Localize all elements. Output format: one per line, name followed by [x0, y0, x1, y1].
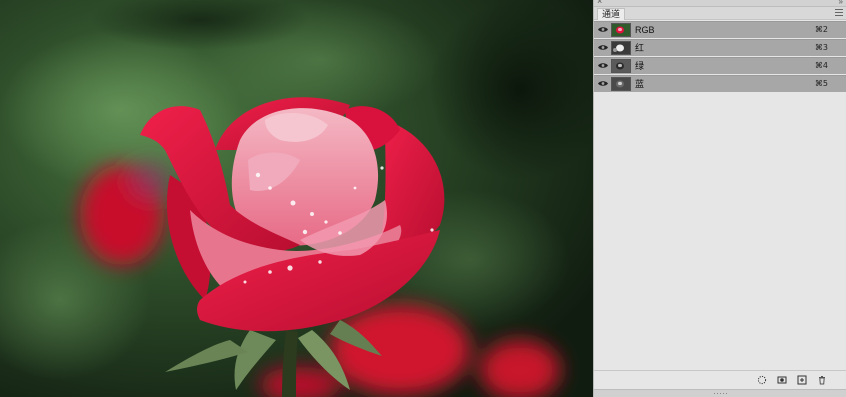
save-selection-icon[interactable]	[777, 375, 787, 385]
visibility-eye-icon[interactable]	[598, 62, 608, 69]
channel-row-red[interactable]: 红 ⌘3	[594, 39, 846, 56]
channel-thumbnail-green	[611, 59, 631, 73]
channel-thumbnail-red	[611, 41, 631, 55]
panel-tab-bar: 通道	[594, 7, 846, 20]
channel-name: 绿	[635, 61, 645, 71]
delete-channel-icon[interactable]	[817, 375, 827, 385]
channel-name: 蓝	[635, 79, 645, 89]
visibility-eye-icon[interactable]	[598, 80, 608, 87]
panel-resize-bar[interactable]	[594, 389, 846, 397]
channel-name: RGB	[635, 25, 655, 35]
channel-name: 红	[635, 43, 645, 53]
load-selection-icon[interactable]	[757, 375, 767, 385]
visibility-eye-icon[interactable]	[598, 26, 608, 33]
channel-row-blue[interactable]: 蓝 ⌘5	[594, 75, 846, 92]
channel-list: RGB ⌘2 红 ⌘3 绿 ⌘4 蓝 ⌘5	[594, 21, 846, 93]
close-panel-icon[interactable]: ×	[597, 0, 602, 6]
channel-row-green[interactable]: 绿 ⌘4	[594, 57, 846, 74]
resize-grip-icon[interactable]	[713, 392, 727, 395]
panel-menu-icon[interactable]	[835, 9, 843, 17]
image-canvas[interactable]	[0, 0, 593, 397]
channel-shortcut: ⌘2	[814, 25, 828, 34]
channels-panel: × » 通道 RGB ⌘2 红 ⌘3 绿 ⌘4 蓝 ⌘5	[593, 0, 846, 397]
new-channel-icon[interactable]	[797, 375, 807, 385]
visibility-eye-icon[interactable]	[598, 44, 608, 51]
rose-photo	[0, 0, 593, 397]
channel-shortcut: ⌘3	[814, 43, 828, 52]
panel-bottom-toolbar	[594, 370, 846, 389]
channel-shortcut: ⌘5	[814, 79, 828, 88]
tab-channels[interactable]: 通道	[597, 8, 626, 20]
channel-row-rgb[interactable]: RGB ⌘2	[594, 21, 846, 38]
channel-thumbnail-blue	[611, 77, 631, 91]
collapse-panel-icon[interactable]: »	[839, 0, 844, 6]
channel-thumbnail-rgb	[611, 23, 631, 37]
panel-title-bar: × »	[594, 0, 846, 7]
channel-shortcut: ⌘4	[814, 61, 828, 70]
tab-channels-label: 通道	[602, 9, 621, 19]
